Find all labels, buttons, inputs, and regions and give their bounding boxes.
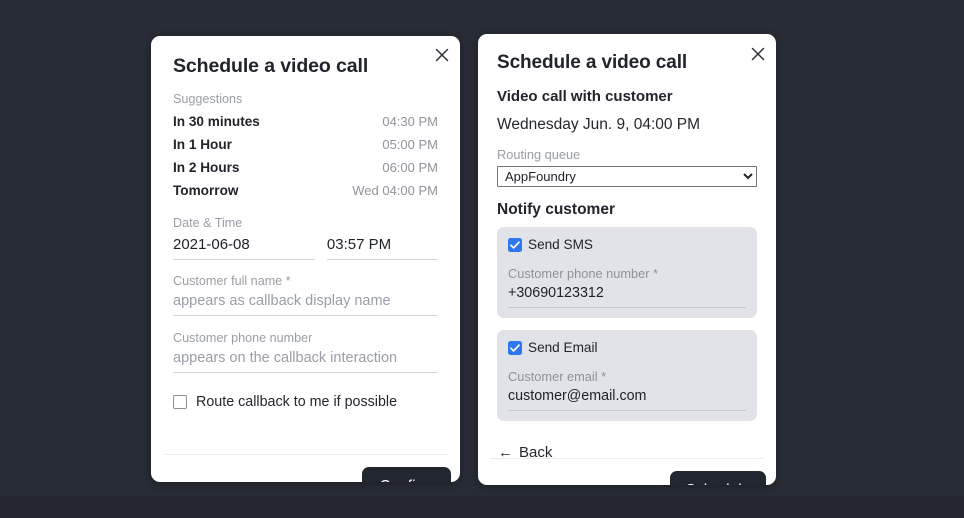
right-card-body: Schedule a video call Video call with cu… — [478, 34, 776, 421]
send-sms-checkbox-row[interactable]: Send SMS — [508, 237, 746, 252]
date-time-row — [173, 234, 438, 260]
arrow-left-icon: ← — [498, 445, 513, 460]
page-title: Schedule a video call — [497, 52, 757, 74]
video-call-subtitle: Video call with customer — [497, 88, 757, 105]
suggestion-label: In 2 Hours — [173, 160, 239, 175]
notify-customer-heading: Notify customer — [497, 201, 757, 219]
scheduled-datetime-text: Wednesday Jun. 9, 04:00 PM — [497, 116, 757, 134]
route-callback-checkbox-row[interactable]: Route callback to me if possible — [173, 394, 438, 410]
route-callback-checkbox[interactable] — [173, 395, 187, 409]
send-email-label: Send Email — [528, 340, 598, 355]
date-input-wrapper — [173, 234, 315, 260]
customer-phone-number-input[interactable] — [173, 348, 438, 373]
date-input[interactable] — [173, 234, 315, 260]
send-sms-checkbox[interactable] — [508, 238, 522, 252]
customer-phone-number-label: Customer phone number — [173, 331, 438, 345]
background-bottom-strip — [0, 496, 964, 518]
customer-phone-number-field: Customer phone number — [173, 331, 438, 373]
send-email-panel: Send Email Customer email * — [497, 330, 757, 421]
route-callback-label: Route callback to me if possible — [196, 394, 397, 410]
routing-queue-label: Routing queue — [497, 147, 757, 162]
routing-queue-select[interactable]: AppFoundry — [497, 166, 757, 187]
suggestion-time: Wed 04:00 PM — [352, 183, 438, 198]
suggestion-label: In 30 minutes — [173, 114, 260, 129]
page-title: Schedule a video call — [173, 55, 438, 78]
email-field-label: Customer email * — [508, 369, 746, 384]
schedule-button[interactable]: Schedule — [670, 471, 766, 485]
customer-email-input[interactable] — [508, 387, 746, 411]
customer-full-name-field: Customer full name * — [173, 274, 438, 316]
schedule-video-call-confirm-card: Schedule a video call Video call with cu… — [478, 34, 776, 485]
suggestion-row-in-1-hour[interactable]: In 1 Hour 05:00 PM — [173, 133, 438, 156]
sms-phone-label: Customer phone number * — [508, 266, 746, 281]
suggestion-label: In 1 Hour — [173, 137, 232, 152]
suggestion-label: Tomorrow — [173, 183, 238, 198]
suggestion-row-in-30-minutes[interactable]: In 30 minutes 04:30 PM — [173, 110, 438, 133]
time-input[interactable] — [327, 234, 438, 260]
suggestion-time: 06:00 PM — [382, 160, 438, 175]
suggestion-row-tomorrow[interactable]: Tomorrow Wed 04:00 PM — [173, 179, 438, 202]
suggestion-row-in-2-hours[interactable]: In 2 Hours 06:00 PM — [173, 156, 438, 179]
back-button[interactable]: ← Back — [498, 444, 552, 461]
send-sms-panel: Send SMS Customer phone number * — [497, 227, 757, 318]
send-email-checkbox[interactable] — [508, 341, 522, 355]
suggestions-label: Suggestions — [173, 92, 438, 106]
close-icon[interactable] — [748, 44, 768, 64]
left-card-body: Schedule a video call Suggestions In 30 … — [151, 36, 460, 410]
time-input-wrapper — [327, 234, 438, 260]
confirm-button[interactable]: Confirm — [362, 467, 451, 482]
date-time-label: Date & Time — [173, 216, 438, 230]
send-email-checkbox-row[interactable]: Send Email — [508, 340, 746, 355]
send-sms-label: Send SMS — [528, 237, 593, 252]
sms-phone-input[interactable] — [508, 284, 746, 308]
suggestion-time: 05:00 PM — [382, 137, 438, 152]
suggestion-time: 04:30 PM — [382, 114, 438, 129]
customer-full-name-input[interactable] — [173, 291, 438, 316]
schedule-video-call-form-card: Schedule a video call Suggestions In 30 … — [151, 36, 460, 482]
customer-full-name-label: Customer full name * — [173, 274, 438, 288]
back-label: Back — [519, 444, 552, 461]
left-card-footer-divider — [164, 454, 448, 455]
close-icon[interactable] — [432, 45, 452, 65]
